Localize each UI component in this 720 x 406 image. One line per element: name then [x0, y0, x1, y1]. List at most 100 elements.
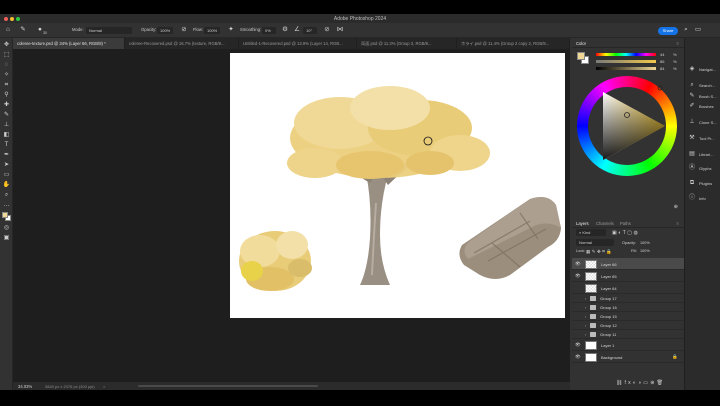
pressure-opacity-icon[interactable]: ⊘: [180, 26, 188, 34]
saturation-value[interactable]: 86: [660, 59, 664, 64]
screen-mode-icon[interactable]: ▣: [2, 234, 11, 242]
color-add-icon[interactable]: ⊕: [674, 204, 678, 210]
photoshop-window: Adobe Photoshop 2024 ⌂ ✎ ● 30 Mode: Norm…: [0, 14, 720, 390]
dock-clone-source[interactable]: ⊥ Clone S...: [687, 117, 720, 127]
hue-value[interactable]: 44: [660, 52, 664, 57]
search-icon[interactable]: ⌕: [682, 26, 690, 34]
dock-brushes[interactable]: ✐ Brushes: [687, 101, 720, 111]
path-selection-tool-icon[interactable]: ➤: [2, 161, 11, 169]
lock-icon[interactable]: 🔒: [672, 354, 678, 360]
group-row[interactable]: › Group 16: [572, 303, 684, 312]
lasso-tool-icon[interactable]: ◌: [2, 61, 11, 69]
share-button[interactable]: Share: [658, 26, 678, 35]
smoothing-input[interactable]: 0%: [262, 26, 276, 34]
lock-icons[interactable]: ▦✎✥⌗🔒: [586, 249, 613, 255]
tab-document-4[interactable]: 両面.psd @ 11.3% (Group 3, RGB/8...: [357, 38, 457, 49]
workspace-icon[interactable]: ▭: [694, 26, 702, 34]
angle-input[interactable]: 10°: [303, 26, 317, 34]
tab-layers[interactable]: Layers: [576, 221, 589, 226]
layer-filter-select[interactable]: ⌕ Kind: [576, 229, 606, 236]
eraser-tool-icon[interactable]: ◧: [2, 131, 11, 139]
chevron-right-icon[interactable]: ›: [585, 314, 586, 319]
mode-select[interactable]: Normal: [86, 26, 132, 34]
dock-brush-settings[interactable]: ✎ Brush S...: [687, 91, 720, 101]
color-panel-menu-icon[interactable]: ≡: [677, 41, 679, 46]
airbrush-icon[interactable]: ✦: [227, 26, 235, 34]
chevron-right-icon[interactable]: ›: [585, 296, 586, 301]
layer-row[interactable]: Layer 64: [572, 282, 684, 294]
healing-brush-tool-icon[interactable]: ✚: [2, 101, 11, 109]
group-row[interactable]: › Group 17: [572, 294, 684, 303]
fill-value[interactable]: 100%: [640, 249, 650, 253]
marquee-tool-icon[interactable]: ⬚: [2, 51, 11, 59]
dock-info[interactable]: ⓘ Info: [687, 193, 720, 203]
dock-search[interactable]: ⌕ Search...: [687, 80, 720, 90]
tab-channels[interactable]: Channels: [596, 221, 614, 226]
brush-tool-icon[interactable]: ✎: [2, 111, 11, 119]
group-row[interactable]: › Group 12: [572, 321, 684, 330]
zoom-level[interactable]: 34.03%: [18, 384, 32, 389]
layer-row[interactable]: 👁 Background 🔒: [572, 351, 684, 363]
shape-tool-icon[interactable]: ▭: [2, 171, 11, 179]
color-triangle[interactable]: [577, 76, 677, 176]
visibility-eye-icon[interactable]: 👁: [575, 261, 581, 267]
visibility-eye-icon[interactable]: 👁: [575, 342, 581, 348]
chevron-right-icon[interactable]: ›: [585, 323, 586, 328]
dock-tool-presets[interactable]: ⚒ Tool Pr...: [687, 133, 720, 143]
tab-document-2[interactable]: coleree-Recovered.psd @ 16.7% (texture, …: [125, 38, 239, 49]
hue-slider[interactable]: [596, 53, 656, 56]
layer-row[interactable]: 👁 Layer 66: [572, 258, 684, 270]
symmetry-icon[interactable]: ⋈: [336, 26, 344, 34]
filter-icons[interactable]: ▣◐T▢◍: [612, 230, 639, 236]
hand-tool-icon[interactable]: ✋: [2, 181, 11, 189]
group-row[interactable]: › Group 15: [572, 312, 684, 321]
more-tools-icon[interactable]: …: [2, 201, 11, 209]
opacity-input[interactable]: 100%: [157, 26, 173, 34]
pen-tool-icon[interactable]: ✒: [2, 151, 11, 159]
visibility-eye-icon[interactable]: 👁: [575, 273, 581, 279]
foreground-color-swatch[interactable]: [2, 212, 8, 218]
flow-input[interactable]: 100%: [204, 26, 220, 34]
quick-mask-icon[interactable]: ◎: [2, 224, 11, 232]
group-row[interactable]: › Group 11: [572, 330, 684, 339]
eyedropper-tool-icon[interactable]: ⚲: [2, 91, 11, 99]
dock-glyphs[interactable]: Ⓐ Glyphs: [687, 163, 720, 173]
layers-footer-icons[interactable]: ⛓fx◐◑▭⊕🗑: [616, 380, 665, 386]
brightness-slider[interactable]: [596, 67, 656, 70]
document-workspace[interactable]: [13, 49, 570, 382]
home-icon[interactable]: ⌂: [4, 26, 12, 34]
dock-plugins[interactable]: ⧉ Plugins: [687, 178, 720, 188]
magic-wand-tool-icon[interactable]: ✧: [2, 71, 11, 79]
dock-libraries[interactable]: ▤ Librari...: [687, 149, 720, 159]
crop-tool-icon[interactable]: ⌗: [2, 81, 11, 89]
color-foreground-swatch[interactable]: [577, 52, 585, 60]
chevron-right-icon[interactable]: ›: [585, 332, 586, 337]
chevron-right-icon[interactable]: ›: [585, 305, 586, 310]
status-menu-arrow[interactable]: >: [103, 384, 105, 389]
smoothing-settings-icon[interactable]: ⚙: [281, 26, 289, 34]
canvas[interactable]: [230, 53, 565, 318]
color-wheel[interactable]: [577, 76, 677, 176]
tab-document-1[interactable]: coleree-texture.psd @ 34% (Layer 66, RGB…: [13, 38, 125, 49]
visibility-eye-icon[interactable]: 👁: [575, 354, 581, 360]
horizontal-scrollbar[interactable]: [138, 385, 318, 387]
layers-panel-menu-icon[interactable]: ≡: [677, 221, 679, 226]
type-tool-icon[interactable]: T: [2, 141, 11, 149]
blend-mode-select[interactable]: Normal: [576, 239, 614, 246]
tab-document-3[interactable]: Untitled-1-Recovered.psd @ 13.9% (Layer …: [239, 38, 357, 49]
color-panel-title[interactable]: Color: [576, 41, 586, 46]
brush-tool-icon[interactable]: ✎: [19, 26, 27, 34]
layer-row[interactable]: 👁 Layer 65: [572, 270, 684, 282]
zoom-tool-icon[interactable]: ⌕: [2, 191, 11, 199]
tab-document-5[interactable]: ホライ.psd @ 11.4% (Group 2 copy 2, RGB/8..…: [457, 38, 570, 49]
move-tool-icon[interactable]: ✥: [2, 41, 11, 49]
layer-row[interactable]: 👁 Layer 1: [572, 339, 684, 351]
color-panel-header: Color ≡: [572, 38, 684, 48]
dock-navigator[interactable]: ◈ Navigat...: [687, 64, 720, 74]
layer-opacity-value[interactable]: 100%: [640, 241, 650, 245]
pressure-size-icon[interactable]: ⊘: [323, 26, 331, 34]
tab-paths[interactable]: Paths: [620, 221, 631, 226]
saturation-slider[interactable]: [596, 60, 656, 63]
clone-stamp-tool-icon[interactable]: ⊥: [2, 121, 11, 129]
brightness-value[interactable]: 84: [660, 66, 664, 71]
